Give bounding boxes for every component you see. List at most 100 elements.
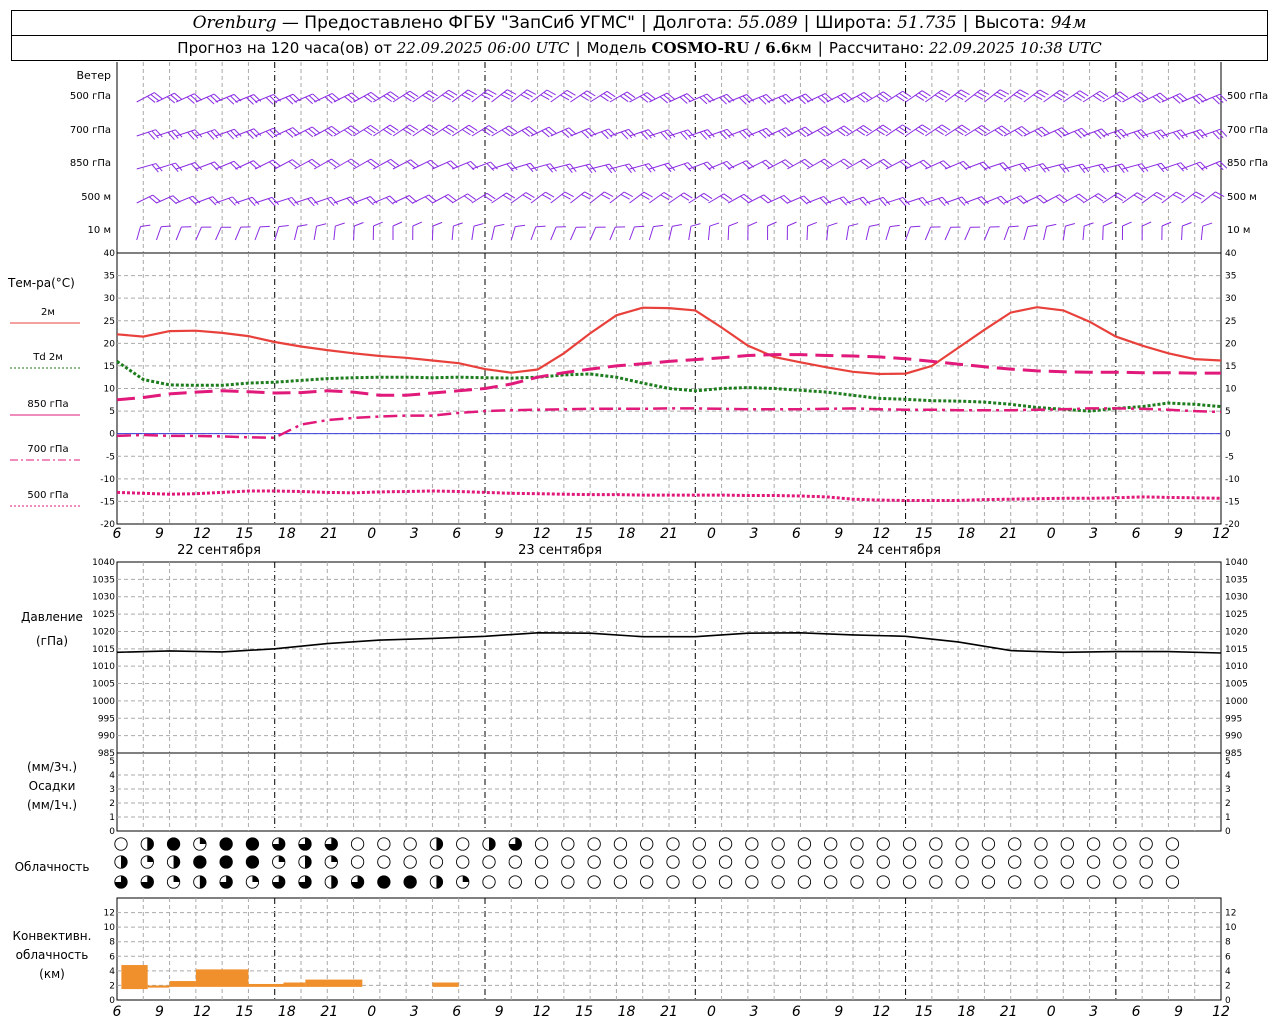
wind-barb-staff [648,192,665,204]
cloud-icon-full [219,837,233,851]
wind-barb-feather [278,225,289,228]
temp-xtick: 12 [872,526,890,542]
wind-barb-staff [964,89,981,103]
temp-ytick: 25 [104,317,115,327]
wind-barb-feather [1103,221,1113,227]
temp-ytick-right: -10 [1225,475,1240,485]
cloud-cover-icon [1034,855,1048,869]
wind-barb-feather [331,158,340,166]
wind-barb-staff [195,161,215,170]
wind-barb [1121,221,1132,241]
cloud-cover-icon [1113,875,1127,889]
cloud-icon-outline [613,855,628,869]
wind-barb [1003,89,1029,103]
wind-barb-staff [609,226,616,241]
cloud-cover-icon [955,875,969,889]
convective-bar [305,979,363,987]
wind-barb-staff [293,226,299,241]
wind-barb [1161,221,1172,241]
wind-barb-feather [902,90,912,98]
cloud-cover-icon [797,875,812,889]
wind-barb-staff [1023,194,1041,204]
wind-barb-feather [960,89,970,96]
temp-xtick: 6 [1132,526,1141,542]
cloud-cover-icon [1165,837,1180,851]
wind-level-label: 850 гПа [70,158,111,169]
wind-barb-feather [409,90,419,97]
temp-xtick: 0 [367,526,376,542]
wind-barb-feather [508,125,518,133]
temp-xtick: 21 [1000,526,1018,542]
wind-barb [451,193,476,204]
cloud-icon-quarter [462,875,469,882]
wind-barb-staff [491,226,496,241]
temp-xtick: 6 [113,526,122,542]
temp-xtick: 21 [320,526,338,542]
wind-barb [136,194,161,204]
wind-barb-staff [983,226,991,241]
wind-barb [609,163,636,173]
wind-barb [511,162,538,173]
wind-barb-staff [136,92,155,103]
bottom-xtick: 6 [452,1004,461,1020]
wind-barb [747,194,772,204]
wind-barb-feather [1202,222,1213,227]
wind-barb-staff [1003,126,1022,137]
wind-barb-staff [1161,191,1177,204]
wind-barb-feather [525,192,535,198]
wind-barb-staff [136,129,156,137]
cloud-cover-icon [534,855,549,869]
cloud-icon-outline [902,837,917,851]
wind-barb-feather [1019,89,1029,95]
cloud-cover-icon [824,855,838,869]
wind-barb-feather [370,158,380,166]
precip-ytick-right: 2 [1225,799,1231,809]
bottom-xtick: 12 [193,1004,211,1020]
cloud-cover-icon [298,875,312,889]
wind-barb-feather [883,158,892,166]
temp-xtick: 6 [792,526,801,542]
pressure-ytick: 1015 [92,645,115,655]
convective-ytick-right: 2 [1225,981,1231,991]
wind-barb-feather [389,124,399,131]
cloud-cover-icon [140,837,154,851]
precip-ytick-right: 0 [1225,827,1231,837]
cloud-icon-full [167,837,180,851]
cloud-icon-outline [1008,837,1022,851]
wind-barb [1023,89,1049,103]
pressure-ytick: 1005 [92,680,115,690]
cloud-icon-outline [718,875,733,889]
cloud-cover-icon [534,875,549,889]
wind-barb-staff [353,124,371,137]
wind-barb-feather [646,92,656,99]
cloud-cover-icon [666,837,680,851]
wind-barb [313,223,327,241]
cloud-icon-outline [534,837,549,851]
cloud-cover-icon [272,855,286,869]
wind-barb [983,226,1000,241]
cloud-cover-icon [245,837,260,851]
cloud-label: Облачность [15,860,90,874]
wind-barb-feather [921,90,931,97]
wind-barb-staff [392,90,411,103]
cloud-icon-outline [876,875,890,889]
wind-barb-feather [595,226,606,228]
cloud-cover-icon [1165,875,1180,889]
wind-barb-feather [428,90,438,97]
cloud-icon-outline [955,875,969,889]
cloud-icon-outline [745,875,759,889]
wind-barb [215,226,232,241]
wind-barb-feather [1059,89,1069,96]
temp-xtick: 9 [495,526,504,542]
cloud-cover-icon [692,837,706,851]
wind-barb [649,162,676,173]
convective-ytick: 4 [109,967,115,977]
wind-barb [1082,163,1109,174]
wind-barb-feather [767,221,777,227]
wind-barb [708,193,733,204]
temp-legend-label: 2м [41,307,55,318]
cloud-cover-icon [114,875,128,889]
wind-barb [649,129,676,140]
wind-barb [846,91,873,103]
cloud-icon-outline [429,855,444,869]
